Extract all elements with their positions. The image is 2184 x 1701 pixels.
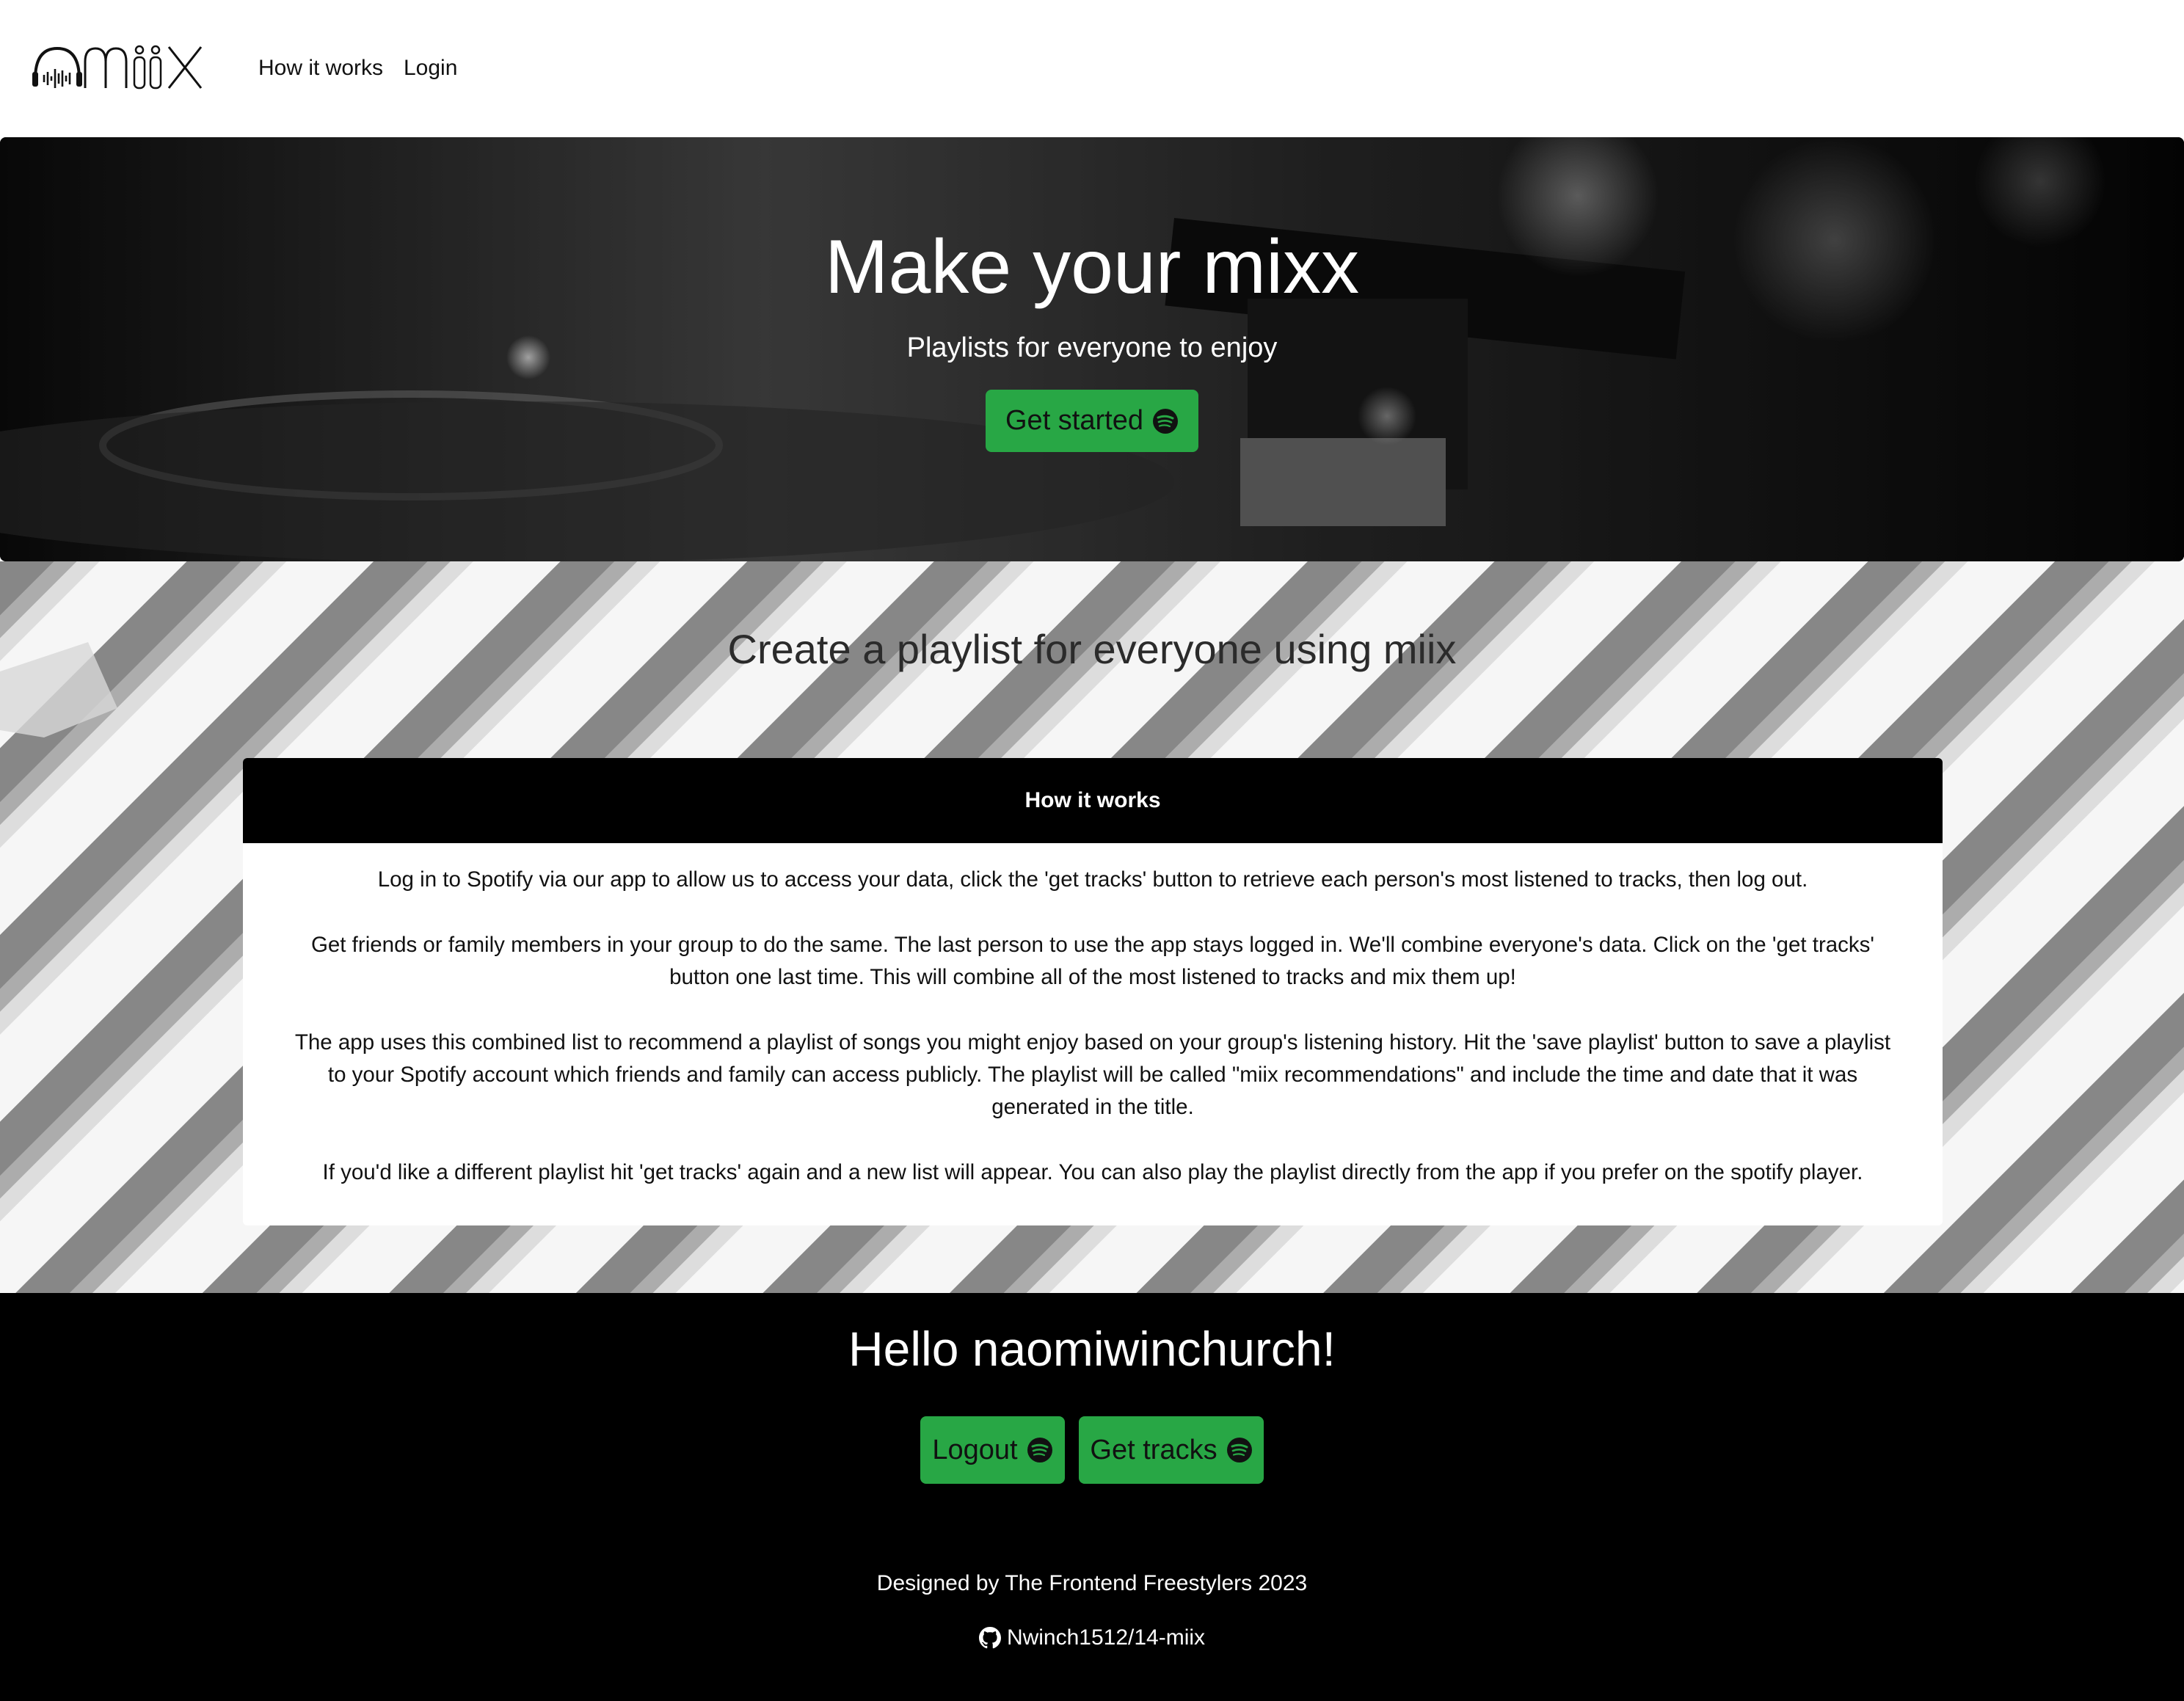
repo-label: Nwinch1512/14-miix bbox=[1006, 1625, 1206, 1650]
nav-login[interactable]: Login bbox=[404, 54, 457, 83]
user-greeting: Hello naomiwinchurch! bbox=[848, 1322, 1336, 1376]
hero-subtitle: Playlists for everyone to enjoy bbox=[906, 332, 1278, 363]
navbar: How it works Login bbox=[0, 0, 2184, 138]
how-it-works-card: How it works Log in to Spotify via our a… bbox=[243, 758, 1943, 1225]
hero-banner: Make your mixx Playlists for everyone to… bbox=[0, 137, 2184, 561]
footer-credit: Designed by The Frontend Freestylers 202… bbox=[876, 1571, 1308, 1595]
card-header: How it works bbox=[243, 758, 1943, 843]
instruction-paragraph: Log in to Spotify via our app to allow u… bbox=[377, 867, 1808, 892]
get-started-button[interactable]: Get started bbox=[986, 390, 1198, 452]
spotify-icon bbox=[1027, 1438, 1052, 1463]
spotify-icon bbox=[1152, 408, 1178, 434]
nav-how-it-works[interactable]: How it works bbox=[258, 54, 383, 83]
instruction-paragraph: If you'd like a different playlist hit '… bbox=[322, 1160, 1863, 1184]
get-tracks-label: Get tracks bbox=[1090, 1434, 1217, 1465]
get-started-label: Get started bbox=[1005, 405, 1143, 436]
hero-title: Make your mixx bbox=[824, 225, 1360, 310]
instruction-paragraph: The app uses this combined list to recom… bbox=[294, 1030, 1891, 1119]
get-tracks-button[interactable]: Get tracks bbox=[1079, 1416, 1264, 1484]
github-icon bbox=[978, 1627, 1001, 1649]
logout-button[interactable]: Logout bbox=[920, 1416, 1065, 1484]
instruction-paragraph: Get friends or family members in your gr… bbox=[310, 933, 1875, 989]
miix-logo[interactable] bbox=[32, 43, 205, 90]
headphones-logo-icon bbox=[32, 45, 203, 90]
spotify-icon bbox=[1226, 1438, 1252, 1463]
section-title: Create a playlist for everyone using mii… bbox=[727, 626, 1457, 672]
card-body: Log in to Spotify via our app to allow u… bbox=[243, 843, 1943, 1189]
github-repo-link[interactable]: Nwinch1512/14-miix bbox=[0, 1623, 2184, 1653]
logout-label: Logout bbox=[932, 1434, 1018, 1465]
